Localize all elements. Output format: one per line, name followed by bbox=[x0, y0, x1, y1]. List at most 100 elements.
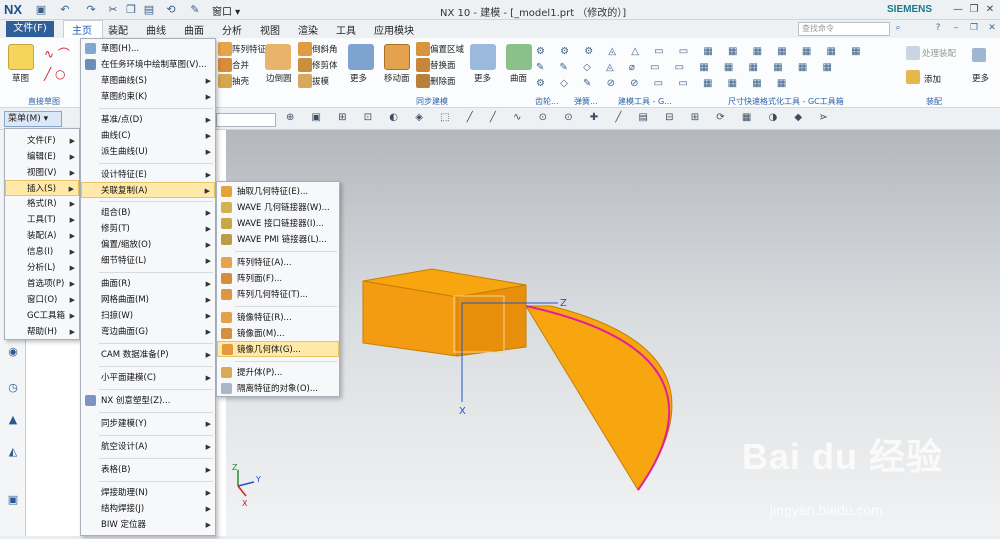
menu-item-design-feature[interactable]: 设计特征(E) ▶ bbox=[81, 167, 215, 183]
hd3d-tools-icon[interactable]: ◭ bbox=[5, 444, 21, 460]
menu-item-flange-surface[interactable]: 弯边曲面(G) ▶ bbox=[81, 324, 215, 340]
ribbon-close-icon[interactable]: ✕ bbox=[986, 22, 998, 34]
cut-icon[interactable]: ✂ bbox=[106, 3, 120, 17]
menu-item-sketch-curve[interactable]: 草图曲线(S) ▶ bbox=[81, 73, 215, 89]
sketch-curve-icons[interactable]: ∿ ⌒ ╱ ○ bbox=[44, 44, 78, 86]
repeat-command-icon[interactable]: ⟲ bbox=[164, 3, 178, 17]
tab-tools[interactable]: 工具 bbox=[336, 22, 356, 37]
menu-item-mirror-feature[interactable]: 镜像特征(R)... bbox=[217, 310, 339, 326]
menu-item-sketch-constraint[interactable]: 草图约束(K) ▶ bbox=[81, 89, 215, 105]
sketch-button-label[interactable]: 草图 bbox=[12, 72, 29, 84]
menu-item-table[interactable]: 表格(B) ▶ bbox=[81, 462, 215, 478]
menu-item-weld-assistant[interactable]: 焊接助理(N) ▶ bbox=[81, 485, 215, 501]
menu-item-analysis[interactable]: 分析(L) ▶ bbox=[5, 260, 79, 276]
search-icon[interactable]: ⌕ bbox=[892, 22, 904, 34]
menu-item-curve[interactable]: 曲线(C) ▶ bbox=[81, 128, 215, 144]
menu-button[interactable]: 菜单(M) ▾ bbox=[4, 111, 62, 127]
menu-item-sweep[interactable]: 扫掠(W) ▶ bbox=[81, 308, 215, 324]
menu-item-wave-pmi-linker[interactable]: WAVE PMI 链接器(L)... bbox=[217, 232, 339, 248]
tab-render[interactable]: 渲染 bbox=[298, 22, 318, 37]
menu-item-mirror-face[interactable]: 镜像面(M)... bbox=[217, 326, 339, 342]
menu-item-information[interactable]: 信息(I) ▶ bbox=[5, 244, 79, 260]
add-component-button[interactable]: 添加 bbox=[924, 73, 941, 85]
roles-icon[interactable]: ▣ bbox=[5, 492, 21, 508]
menu-item-synchronous-modeling[interactable]: 同步建模(Y) ▶ bbox=[81, 416, 215, 432]
menu-item-cam-data-prep[interactable]: CAM 数据准备(P) ▶ bbox=[81, 347, 215, 363]
menu-item-view[interactable]: 视图(V) ▶ bbox=[5, 165, 79, 181]
tab-view[interactable]: 视图 bbox=[260, 22, 280, 37]
menu-item-structure-weld[interactable]: 结构焊接(J) ▶ bbox=[81, 501, 215, 517]
menu-item-help[interactable]: 帮助(H) ▶ bbox=[5, 324, 79, 340]
tab-application[interactable]: 应用模块 bbox=[374, 22, 414, 37]
undo-icon[interactable]: ↶ bbox=[58, 3, 72, 17]
copy-icon[interactable]: ❐ bbox=[124, 3, 138, 17]
menu-item-combine[interactable]: 组合(B) ▶ bbox=[81, 205, 215, 221]
more-features-button[interactable]: 更多 bbox=[350, 72, 367, 84]
menu-item-pattern-face[interactable]: 阵列面(F)... bbox=[217, 271, 339, 287]
process-assembly-button[interactable]: 处理装配 bbox=[922, 47, 956, 59]
help-icon[interactable]: ? bbox=[932, 22, 944, 34]
menu-item-insert[interactable]: 插入(S) ▶ bbox=[5, 180, 79, 196]
restore-icon[interactable]: ❐ bbox=[966, 2, 982, 18]
ribbon-minimize-icon[interactable]: – bbox=[950, 22, 962, 34]
menu-item-window[interactable]: 窗口(O) ▶ bbox=[5, 292, 79, 308]
tab-analysis[interactable]: 分析 bbox=[222, 22, 242, 37]
menu-item-extract-geometry[interactable]: 抽取几何特征(E)... bbox=[217, 184, 339, 200]
tab-assembly[interactable]: 装配 bbox=[108, 22, 128, 37]
menu-item-tools[interactable]: 工具(T) ▶ bbox=[5, 212, 79, 228]
offset-region-button[interactable]: 偏置区域 bbox=[430, 43, 464, 55]
delete-face-button[interactable]: 删除面 bbox=[430, 75, 456, 87]
menu-item-pattern-feature[interactable]: 阵列特征(A)... bbox=[217, 255, 339, 271]
menu-item-sketch-in-task[interactable]: 在任务环境中绘制草图(V)... bbox=[81, 57, 215, 73]
minimize-icon[interactable]: — bbox=[950, 2, 966, 18]
menu-item-sketch[interactable]: 草图(H)... bbox=[81, 41, 215, 57]
menu-item-mirror-geometry[interactable]: 镜像几何体(G)... bbox=[217, 341, 339, 357]
surface-button[interactable]: 曲面 bbox=[510, 72, 527, 84]
menu-item-biw-locator[interactable]: BIW 定位器 ▶ bbox=[81, 517, 215, 533]
menu-item-associative-copy[interactable]: 关联复制(A) ▶ bbox=[81, 182, 215, 198]
menu-item-edit[interactable]: 编辑(E) ▶ bbox=[5, 149, 79, 165]
tab-home[interactable]: 主页 bbox=[72, 22, 92, 37]
menu-item-isolate-feature-objects[interactable]: 隔离特征的对象(O)... bbox=[217, 381, 339, 397]
edge-blend-button[interactable]: 边倒圆 bbox=[266, 72, 292, 84]
unite-button[interactable]: 合并 bbox=[232, 59, 249, 71]
move-face-button[interactable]: 移动面 bbox=[384, 72, 410, 84]
selection-filter-dropdown[interactable] bbox=[216, 113, 276, 127]
chamfer-button[interactable]: 倒斜角 bbox=[312, 43, 338, 55]
redo-icon[interactable]: ↷ bbox=[84, 3, 98, 17]
menu-item-mesh-surface[interactable]: 网格曲面(M) ▶ bbox=[81, 292, 215, 308]
menu-item-datum-point[interactable]: 基准/点(D) ▶ bbox=[81, 112, 215, 128]
save-icon[interactable]: ▣ bbox=[34, 3, 48, 17]
close-icon[interactable]: ✕ bbox=[982, 2, 998, 18]
menu-item-wave-interface-linker[interactable]: WAVE 接口链接器(I)... bbox=[217, 216, 339, 232]
menu-item-aerospace-design[interactable]: 航空设计(A) ▶ bbox=[81, 439, 215, 455]
menu-item-detail-feature[interactable]: 细节特征(L) ▶ bbox=[81, 253, 215, 269]
tab-surface[interactable]: 曲面 bbox=[184, 22, 204, 37]
menu-item-surface[interactable]: 曲面(R) ▶ bbox=[81, 276, 215, 292]
menu-item-offset-scale[interactable]: 偏置/缩放(O) ▶ bbox=[81, 237, 215, 253]
history-icon[interactable]: ◷ bbox=[5, 380, 21, 396]
menu-item-facet-modeling[interactable]: 小平面建模(C) ▶ bbox=[81, 370, 215, 386]
more-assembly-button[interactable]: 更多 bbox=[972, 72, 989, 84]
file-menu-tab[interactable]: 文件(F) bbox=[6, 21, 54, 37]
touch-mode-icon[interactable]: ✎ bbox=[188, 3, 202, 17]
menu-item-preferences[interactable]: 首选项(P) ▶ bbox=[5, 276, 79, 292]
menu-item-promote-body[interactable]: 提升体(P)... bbox=[217, 365, 339, 381]
menu-item-pattern-geometry[interactable]: 阵列几何特征(T)... bbox=[217, 287, 339, 303]
window-menu[interactable]: 窗口 ▾ bbox=[212, 3, 240, 18]
menu-item-file[interactable]: 文件(F) ▶ bbox=[5, 133, 79, 149]
replace-face-button[interactable]: 替换面 bbox=[430, 59, 456, 71]
menu-item-format[interactable]: 格式(R) ▶ bbox=[5, 196, 79, 212]
selection-toolbar-icons[interactable]: ⊕ ▣ ⊞ ⊡ ◐ ◈ ⬚ ╱ ╱ ∿ ⊙ ⊙ ✚ ╱ ▤ ⊟ ⊞ ⟳ ▦ ◑ … bbox=[286, 112, 836, 126]
part-navigator-icon[interactable]: ◉ bbox=[5, 344, 21, 360]
reuse-library-icon[interactable]: ▲ bbox=[5, 412, 21, 428]
menu-item-assemblies[interactable]: 装配(A) ▶ bbox=[5, 228, 79, 244]
menu-item-nx-realize-shape[interactable]: NX 创意塑型(Z)... bbox=[81, 393, 215, 409]
menu-item-gc-toolkit[interactable]: GC工具箱 ▶ bbox=[5, 308, 79, 324]
command-search-input[interactable]: 查找命令 bbox=[798, 22, 890, 36]
menu-item-derived-curve[interactable]: 派生曲线(U) ▶ bbox=[81, 144, 215, 160]
trim-body-button[interactable]: 修剪体 bbox=[312, 59, 338, 71]
ribbon-restore-icon[interactable]: ❐ bbox=[968, 22, 980, 34]
menu-item-trim[interactable]: 修剪(T) ▶ bbox=[81, 221, 215, 237]
shell-button[interactable]: 抽壳 bbox=[232, 75, 249, 87]
